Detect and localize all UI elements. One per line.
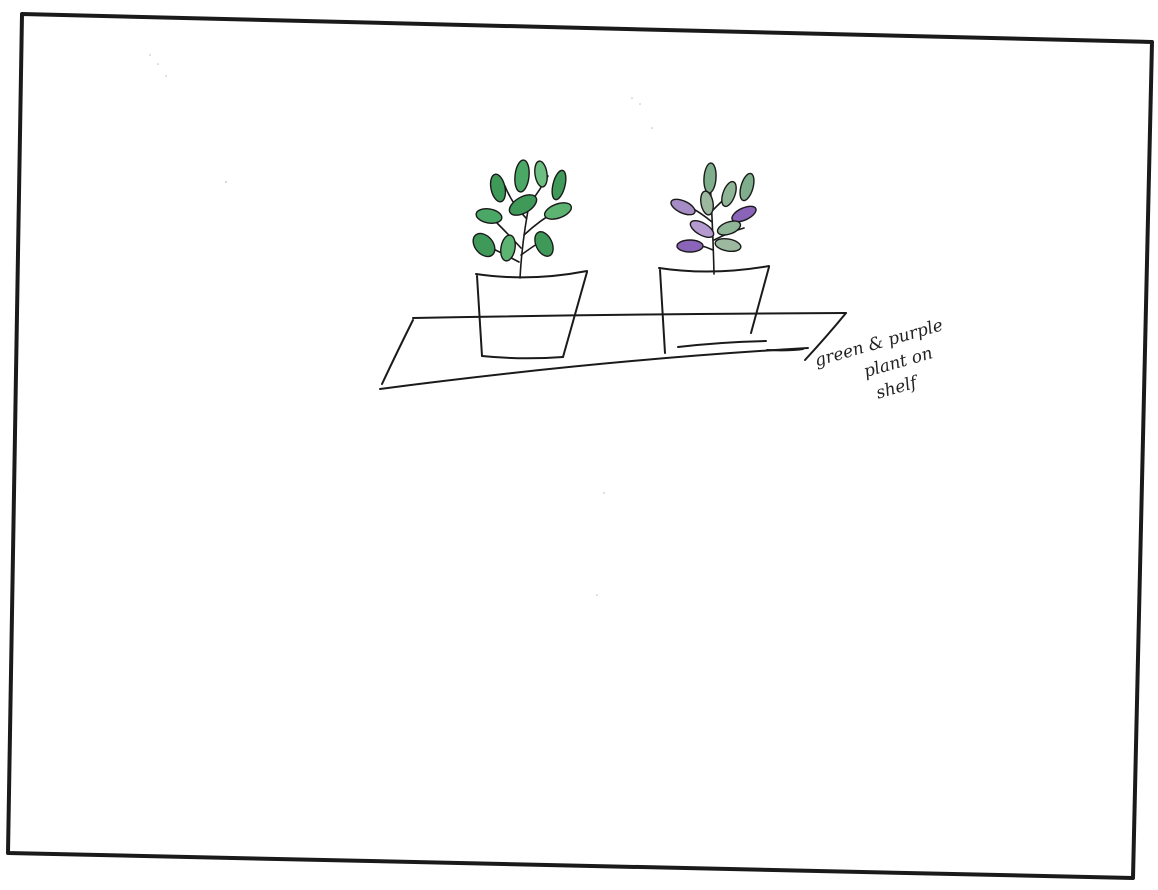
- sketch-drawing: [0, 0, 1158, 890]
- purple-leaf: [677, 240, 703, 252]
- purple-leaf: [714, 237, 742, 253]
- purple-leaf: [703, 163, 717, 194]
- green-leaf: [469, 229, 500, 260]
- sketch-page: green & purple plant on shelf: [0, 0, 1158, 890]
- shelf: [380, 313, 846, 389]
- green-leaf: [488, 173, 508, 203]
- purple-leaf: [719, 180, 739, 209]
- green-leaf: [533, 160, 549, 187]
- green-leaf: [499, 234, 517, 262]
- paper-specks: [149, 54, 653, 596]
- purple-leaf: [669, 196, 698, 218]
- purple-leaf: [716, 218, 743, 237]
- purple-leaf: [699, 190, 715, 216]
- right-pot: [659, 266, 769, 353]
- green-leaf: [531, 229, 556, 259]
- frame-border: [8, 14, 1152, 878]
- green-leaf: [475, 207, 503, 225]
- green-leaf: [542, 200, 573, 223]
- purple-leaf: [737, 172, 756, 202]
- green-plant-leaves: [469, 159, 574, 262]
- green-leaf: [513, 159, 530, 192]
- green-leaf: [550, 169, 569, 201]
